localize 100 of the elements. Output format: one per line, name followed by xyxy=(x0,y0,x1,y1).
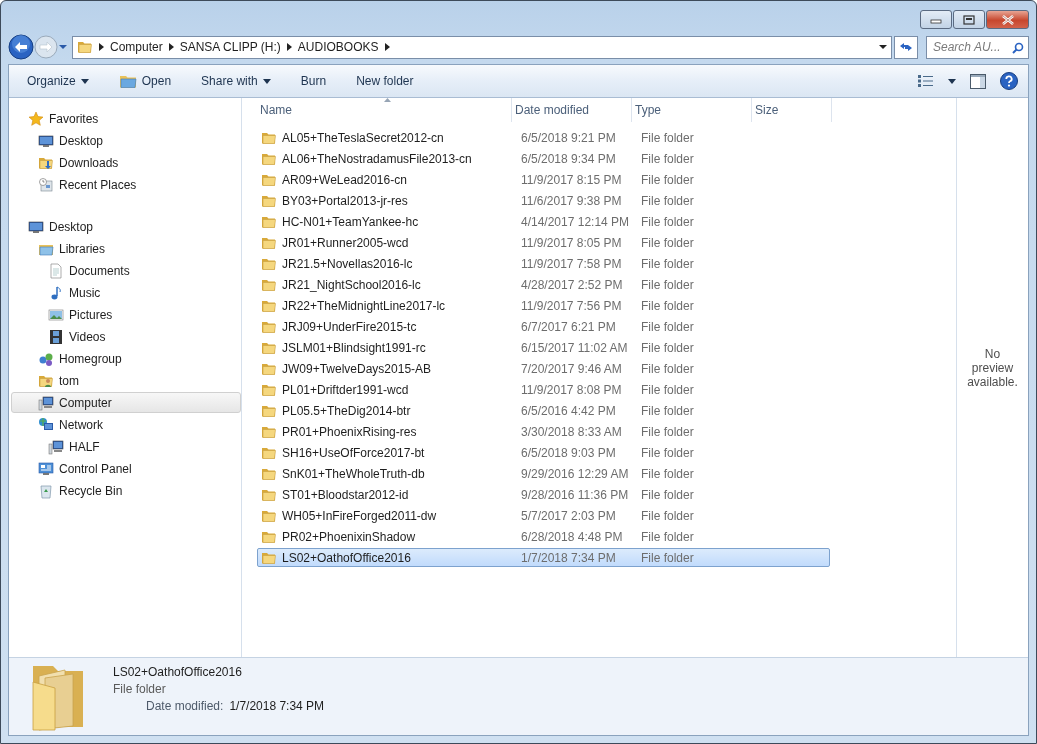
picture-icon xyxy=(48,306,64,323)
date-modified: 11/9/2017 8:08 PM xyxy=(520,382,623,397)
computer-icon xyxy=(48,438,64,455)
refresh-icon xyxy=(899,41,913,53)
preview-pane-icon[interactable] xyxy=(970,73,986,89)
file-row[interactable]: AL05+TheTeslaSecret2012-cn 6/5/2018 9:21 PM File folder xyxy=(257,128,830,147)
toolbar-button[interactable]: Burn xyxy=(292,70,335,92)
file-type: File folder xyxy=(640,466,695,481)
file-row[interactable]: PL01+Driftder1991-wcd 11/9/2017 8:08 PM File folder xyxy=(257,380,830,399)
sidebar-item[interactable]: Control Panel xyxy=(11,458,241,479)
sidebar-item[interactable]: Pictures xyxy=(11,304,241,325)
file-type: File folder xyxy=(640,340,695,355)
toolbar-button[interactable]: New folder xyxy=(348,70,422,92)
refresh-button[interactable] xyxy=(894,35,918,59)
file-name: BY03+Portal2013-jr-res xyxy=(282,193,408,208)
file-row[interactable]: SnK01+TheWholeTruth-db 9/29/2016 12:29 AM File folder xyxy=(257,464,830,483)
file-row[interactable]: JR21.5+Novellas2016-lc 11/9/2017 7:58 PM File folder xyxy=(257,254,830,273)
sidebar-item[interactable]: HALF xyxy=(11,436,241,457)
sidebar-item[interactable]: Recent Places xyxy=(11,174,241,195)
file-row[interactable]: JSLM01+Blindsight1991-rc 6/15/2017 11:02 AM File folder xyxy=(257,338,830,357)
sidebar-item[interactable]: Homegroup xyxy=(11,348,241,369)
search-icon[interactable] xyxy=(1012,41,1024,54)
toolbar-button[interactable]: Open xyxy=(110,69,180,93)
breadcrumb-item[interactable]: SANSA CLIPP (H:) xyxy=(179,40,281,54)
breadcrumb-item[interactable]: Computer xyxy=(110,40,163,54)
file-name: JW09+TwelveDays2015-AB xyxy=(282,361,432,376)
file-row[interactable]: JW09+TwelveDays2015-AB 7/20/2017 9:46 AM File folder xyxy=(257,359,830,378)
sidebar-item[interactable]: Desktop xyxy=(11,216,241,237)
monitor-icon xyxy=(28,218,44,235)
sidebar-item[interactable]: Recycle Bin xyxy=(11,480,241,501)
chevron-icon[interactable] xyxy=(384,43,390,51)
file-type: File folder xyxy=(640,256,695,271)
file-type: File folder xyxy=(640,151,695,166)
breadcrumb-item[interactable]: AUDIOBOOKS xyxy=(297,40,379,54)
file-row[interactable]: PR01+PhoenixRising-res 3/30/2018 8:33 AM File folder xyxy=(257,422,830,441)
chevron-icon[interactable] xyxy=(286,43,292,51)
close-button[interactable] xyxy=(986,10,1029,29)
file-row[interactable]: HC-N01+TeamYankee-hc 4/14/2017 12:14 PM File folder xyxy=(257,212,830,231)
sidebar-item[interactable]: Music xyxy=(11,282,241,303)
file-type: File folder xyxy=(640,550,695,565)
column-header[interactable]: Type xyxy=(632,98,752,122)
maximize-button[interactable] xyxy=(953,10,985,29)
file-type: File folder xyxy=(640,130,695,145)
file-row[interactable]: WH05+InFireForged2011-dw 5/7/2017 2:03 PM File folder xyxy=(257,506,830,525)
file-row[interactable]: AR09+WeLead2016-cn 11/9/2017 8:15 PM File folder xyxy=(257,170,830,189)
column-header[interactable]: Date modified xyxy=(512,98,632,122)
sidebar-item[interactable]: Videos xyxy=(11,326,241,347)
sidebar-item[interactable]: Downloads xyxy=(11,152,241,173)
date-modified: 1/7/2018 7:34 PM xyxy=(520,550,617,565)
file-name: JR21.5+Novellas2016-lc xyxy=(282,256,413,271)
caret-icon xyxy=(80,78,89,84)
file-type: File folder xyxy=(640,424,695,439)
file-row[interactable]: ST01+Bloodstar2012-id 9/28/2016 11:36 PM File folder xyxy=(257,485,830,504)
toolbar-button[interactable]: Share with xyxy=(193,70,279,92)
sidebar-item[interactable]: Computer xyxy=(11,392,241,413)
file-type: File folder xyxy=(640,319,695,334)
file-row[interactable]: SH16+UseOfForce2017-bt 6/5/2018 9:03 PM File folder xyxy=(257,443,830,462)
file-name: PL05.5+TheDig2014-btr xyxy=(282,403,411,418)
file-name: JSLM01+Blindsight1991-rc xyxy=(282,340,426,355)
file-row[interactable]: JR01+Runner2005-wcd 11/9/2017 8:05 PM File folder xyxy=(257,233,830,252)
sidebar-item[interactable]: Favorites xyxy=(11,108,241,129)
preview-message: No preview available. xyxy=(966,346,1019,389)
sidebar-item[interactable]: Desktop xyxy=(11,130,241,151)
chevron-icon[interactable] xyxy=(168,43,174,51)
file-row[interactable]: JR21_NightSchool2016-lc 4/28/2017 2:52 PM File folder xyxy=(257,275,830,294)
sidebar-item[interactable]: Network xyxy=(11,414,241,435)
help-icon[interactable] xyxy=(1000,72,1018,90)
date-modified: 3/30/2018 8:33 AM xyxy=(520,424,623,439)
date-modified: 11/9/2017 7:56 PM xyxy=(520,298,623,313)
view-list-icon[interactable] xyxy=(918,74,934,88)
chevron-icon[interactable] xyxy=(99,43,104,51)
sidebar-item[interactable]: Libraries xyxy=(11,238,241,259)
minimize-button[interactable] xyxy=(920,10,952,29)
star-icon xyxy=(28,110,44,127)
back-button[interactable] xyxy=(8,34,34,60)
date-modified: 4/14/2017 12:14 PM xyxy=(520,214,631,229)
history-dropdown-icon[interactable] xyxy=(58,43,68,51)
caret-icon[interactable] xyxy=(948,78,956,84)
date-modified: 9/28/2016 11:36 PM xyxy=(520,487,630,502)
file-row[interactable]: JRJ09+UnderFire2015-tc 6/7/2017 6:21 PM File folder xyxy=(257,317,830,336)
file-row[interactable]: PR02+PhoenixinShadow 6/28/2018 4:48 PM File folder xyxy=(257,527,830,546)
column-header[interactable]: Name xyxy=(257,98,512,122)
file-row[interactable]: BY03+Portal2013-jr-res 11/6/2017 9:38 PM File folder xyxy=(257,191,830,210)
file-row[interactable]: LS02+OathofOffice2016 1/7/2018 7:34 PM File folder xyxy=(257,548,830,567)
sidebar-item[interactable]: tom xyxy=(11,370,241,391)
file-row[interactable]: AL06+TheNostradamusFile2013-cn 6/5/2018 9:34 PM File folder xyxy=(257,149,830,168)
caret-icon xyxy=(262,78,271,84)
sidebar-item[interactable]: Documents xyxy=(11,260,241,281)
address-bar[interactable]: Computer SANSA CLIPP (H:) AUDIOBOOKS xyxy=(72,35,892,59)
date-modified: 11/6/2017 9:38 PM xyxy=(520,193,623,208)
file-type: File folder xyxy=(640,382,695,397)
column-header[interactable]: Size xyxy=(752,98,832,122)
search-field[interactable]: Search AU... xyxy=(926,35,1029,59)
toolbar-button[interactable]: Organize xyxy=(19,70,97,92)
date-modified: 6/5/2018 9:03 PM xyxy=(520,445,617,460)
file-row[interactable]: JR22+TheMidnightLine2017-lc 11/9/2017 7:56 PM File folder xyxy=(257,296,830,315)
file-row[interactable]: PL05.5+TheDig2014-btr 6/5/2016 4:42 PM File folder xyxy=(257,401,830,420)
folder-icon xyxy=(77,39,93,55)
file-name: WH05+InFireForged2011-dw xyxy=(282,508,437,523)
file-name: PL01+Driftder1991-wcd xyxy=(282,382,409,397)
